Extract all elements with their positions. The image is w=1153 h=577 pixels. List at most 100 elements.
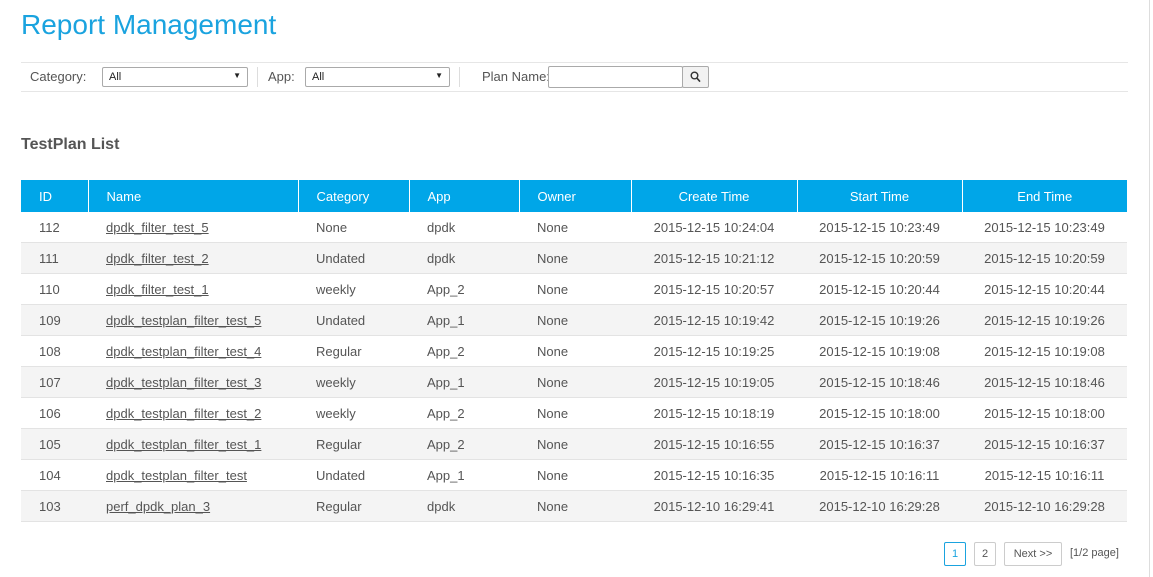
cell-category: Undated xyxy=(298,242,409,274)
cell-category: weekly xyxy=(298,273,409,305)
app-selected-value: All xyxy=(312,71,325,83)
cell-name: perf_dpdk_plan_3 xyxy=(88,490,298,522)
table-row: 107 dpdk_testplan_filter_test_3 weekly A… xyxy=(21,366,1127,398)
search-button[interactable] xyxy=(682,66,709,88)
cell-owner: None xyxy=(519,304,631,336)
cell-end-time: 2015-12-10 16:29:28 xyxy=(962,490,1127,522)
cell-end-time: 2015-12-15 10:16:11 xyxy=(962,459,1127,491)
table-row: 103 perf_dpdk_plan_3 Regular dpdk None 2… xyxy=(21,490,1127,522)
cell-owner: None xyxy=(519,490,631,522)
testplan-link[interactable]: dpdk_testplan_filter_test_4 xyxy=(106,344,261,359)
cell-owner: None xyxy=(519,273,631,305)
table-row: 110 dpdk_filter_test_1 weekly App_2 None… xyxy=(21,273,1127,305)
cell-start-time: 2015-12-15 10:19:26 xyxy=(797,304,962,336)
table-row: 111 dpdk_filter_test_2 Undated dpdk None… xyxy=(21,242,1127,274)
testplan-link[interactable]: dpdk_filter_test_5 xyxy=(106,220,209,235)
cell-id: 105 xyxy=(21,428,88,460)
cell-app: App_2 xyxy=(409,428,519,460)
cell-end-time: 2015-12-15 10:16:37 xyxy=(962,428,1127,460)
cell-category: Regular xyxy=(298,428,409,460)
page-title: Report Management xyxy=(21,9,277,40)
column-header-end-time[interactable]: End Time xyxy=(962,180,1127,212)
column-header-category[interactable]: Category xyxy=(298,180,410,212)
column-header-id[interactable]: ID xyxy=(21,180,89,212)
cell-id: 111 xyxy=(21,242,88,274)
cell-app: App_1 xyxy=(409,304,519,336)
cell-name: dpdk_filter_test_1 xyxy=(88,273,298,305)
page-button-1[interactable]: 1 xyxy=(944,542,966,566)
column-header-create-time[interactable]: Create Time xyxy=(631,180,798,212)
cell-category: Undated xyxy=(298,304,409,336)
next-page-button[interactable]: Next >> xyxy=(1004,542,1062,566)
cell-app: App_1 xyxy=(409,459,519,491)
testplan-link[interactable]: dpdk_filter_test_1 xyxy=(106,282,209,297)
cell-name: dpdk_testplan_filter_test_5 xyxy=(88,304,298,336)
category-select[interactable]: All ▼ xyxy=(102,67,248,87)
cell-app: dpdk xyxy=(409,490,519,522)
cell-name: dpdk_testplan_filter_test_3 xyxy=(88,366,298,398)
cell-create-time: 2015-12-15 10:24:04 xyxy=(631,212,797,243)
cell-category: Regular xyxy=(298,335,409,367)
cell-id: 107 xyxy=(21,366,88,398)
cell-end-time: 2015-12-15 10:18:46 xyxy=(962,366,1127,398)
cell-owner: None xyxy=(519,242,631,274)
testplan-link[interactable]: dpdk_filter_test_2 xyxy=(106,251,209,266)
cell-owner: None xyxy=(519,428,631,460)
column-header-name[interactable]: Name xyxy=(88,180,299,212)
filter-divider xyxy=(257,67,258,87)
cell-start-time: 2015-12-15 10:23:49 xyxy=(797,212,962,243)
cell-owner: None xyxy=(519,459,631,491)
column-header-app[interactable]: App xyxy=(409,180,520,212)
cell-owner: None xyxy=(519,212,631,243)
table-row: 104 dpdk_testplan_filter_test Undated Ap… xyxy=(21,459,1127,491)
cell-start-time: 2015-12-15 10:18:46 xyxy=(797,366,962,398)
cell-end-time: 2015-12-15 10:19:08 xyxy=(962,335,1127,367)
cell-create-time: 2015-12-15 10:16:35 xyxy=(631,459,797,491)
testplan-link[interactable]: dpdk_testplan_filter_test xyxy=(106,468,247,483)
testplan-link[interactable]: dpdk_testplan_filter_test_3 xyxy=(106,375,261,390)
column-header-owner[interactable]: Owner xyxy=(519,180,632,212)
testplan-link[interactable]: perf_dpdk_plan_3 xyxy=(106,499,210,514)
cell-name: dpdk_testplan_filter_test xyxy=(88,459,298,491)
cell-id: 106 xyxy=(21,397,88,429)
plan-name-input[interactable] xyxy=(548,66,683,88)
cell-end-time: 2015-12-15 10:20:44 xyxy=(962,273,1127,305)
search-icon xyxy=(690,71,701,83)
cell-category: None xyxy=(298,212,409,243)
table-header-row: ID Name Category App Owner Create Time S… xyxy=(21,180,1127,212)
cell-owner: None xyxy=(519,397,631,429)
table-row: 105 dpdk_testplan_filter_test_1 Regular … xyxy=(21,428,1127,460)
cell-create-time: 2015-12-15 10:19:42 xyxy=(631,304,797,336)
testplan-link[interactable]: dpdk_testplan_filter_test_5 xyxy=(106,313,261,328)
column-header-start-time[interactable]: Start Time xyxy=(797,180,963,212)
cell-create-time: 2015-12-15 10:16:55 xyxy=(631,428,797,460)
cell-app: App_1 xyxy=(409,366,519,398)
table-row: 112 dpdk_filter_test_5 None dpdk None 20… xyxy=(21,212,1127,243)
cell-create-time: 2015-12-15 10:19:05 xyxy=(631,366,797,398)
cell-id: 109 xyxy=(21,304,88,336)
cell-create-time: 2015-12-15 10:20:57 xyxy=(631,273,797,305)
page-button-2[interactable]: 2 xyxy=(974,542,996,566)
cell-name: dpdk_testplan_filter_test_2 xyxy=(88,397,298,429)
cell-name: dpdk_testplan_filter_test_4 xyxy=(88,335,298,367)
cell-app: App_2 xyxy=(409,335,519,367)
testplan-link[interactable]: dpdk_testplan_filter_test_1 xyxy=(106,437,261,452)
page-info: [1/2 page] xyxy=(1070,547,1119,559)
cell-app: App_2 xyxy=(409,273,519,305)
cell-app: dpdk xyxy=(409,242,519,274)
cell-start-time: 2015-12-15 10:18:00 xyxy=(797,397,962,429)
cell-create-time: 2015-12-15 10:19:25 xyxy=(631,335,797,367)
chevron-down-icon: ▼ xyxy=(435,71,443,80)
app-label: App: xyxy=(268,69,295,84)
cell-start-time: 2015-12-15 10:19:08 xyxy=(797,335,962,367)
testplan-link[interactable]: dpdk_testplan_filter_test_2 xyxy=(106,406,261,421)
cell-id: 103 xyxy=(21,490,88,522)
filter-divider xyxy=(459,67,460,87)
cell-end-time: 2015-12-15 10:18:00 xyxy=(962,397,1127,429)
table-row: 108 dpdk_testplan_filter_test_4 Regular … xyxy=(21,335,1127,367)
cell-app: App_2 xyxy=(409,397,519,429)
cell-name: dpdk_filter_test_5 xyxy=(88,212,298,243)
app-select[interactable]: All ▼ xyxy=(305,67,450,87)
cell-category: weekly xyxy=(298,397,409,429)
cell-end-time: 2015-12-15 10:20:59 xyxy=(962,242,1127,274)
